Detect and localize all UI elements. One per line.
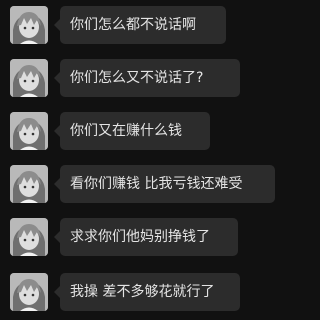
anime-character-avatar-icon [10, 59, 48, 97]
message-row: 你们怎么都不说话啊 [10, 6, 226, 44]
message-bubble[interactable]: 求求你们他妈别挣钱了 [54, 218, 238, 256]
message-text: 求求你们他妈别挣钱了 [60, 218, 238, 256]
message-row: 求求你们他妈别挣钱了 [10, 218, 238, 256]
bubble-tail [54, 19, 60, 31]
user-avatar[interactable] [10, 165, 48, 203]
anime-character-avatar-icon [10, 165, 48, 203]
bubble-tail [54, 72, 60, 84]
message-text: 你们怎么又不说话了? [60, 59, 240, 97]
anime-character-avatar-icon [10, 6, 48, 44]
user-avatar[interactable] [10, 59, 48, 97]
bubble-tail [54, 286, 60, 298]
message-bubble[interactable]: 看你们赚钱 比我亏钱还难受 [54, 165, 275, 203]
message-text: 我操 差不多够花就行了 [60, 273, 240, 311]
bubble-tail [54, 178, 60, 190]
message-bubble[interactable]: 你们又在赚什么钱 [54, 112, 210, 150]
chat-message-list: 你们怎么都不说话啊 你们怎么又不说话了? 你们又在赚什么钱 看你们赚钱 比我亏钱… [0, 0, 289, 320]
anime-character-avatar-icon [10, 218, 48, 256]
anime-character-avatar-icon [10, 273, 48, 311]
message-row: 你们又在赚什么钱 [10, 112, 210, 150]
message-text: 你们又在赚什么钱 [60, 112, 210, 150]
bubble-tail [54, 125, 60, 137]
message-bubble[interactable]: 我操 差不多够花就行了 [54, 273, 240, 311]
message-bubble[interactable]: 你们怎么又不说话了? [54, 59, 240, 97]
message-row: 你们怎么又不说话了? [10, 59, 240, 97]
user-avatar[interactable] [10, 273, 48, 311]
anime-character-avatar-icon [10, 112, 48, 150]
message-row: 看你们赚钱 比我亏钱还难受 [10, 165, 275, 203]
message-bubble[interactable]: 你们怎么都不说话啊 [54, 6, 226, 44]
user-avatar[interactable] [10, 6, 48, 44]
message-row: 我操 差不多够花就行了 [10, 273, 240, 311]
user-avatar[interactable] [10, 112, 48, 150]
message-text: 你们怎么都不说话啊 [60, 6, 226, 44]
user-avatar[interactable] [10, 218, 48, 256]
message-text: 看你们赚钱 比我亏钱还难受 [60, 165, 275, 203]
bubble-tail [54, 231, 60, 243]
